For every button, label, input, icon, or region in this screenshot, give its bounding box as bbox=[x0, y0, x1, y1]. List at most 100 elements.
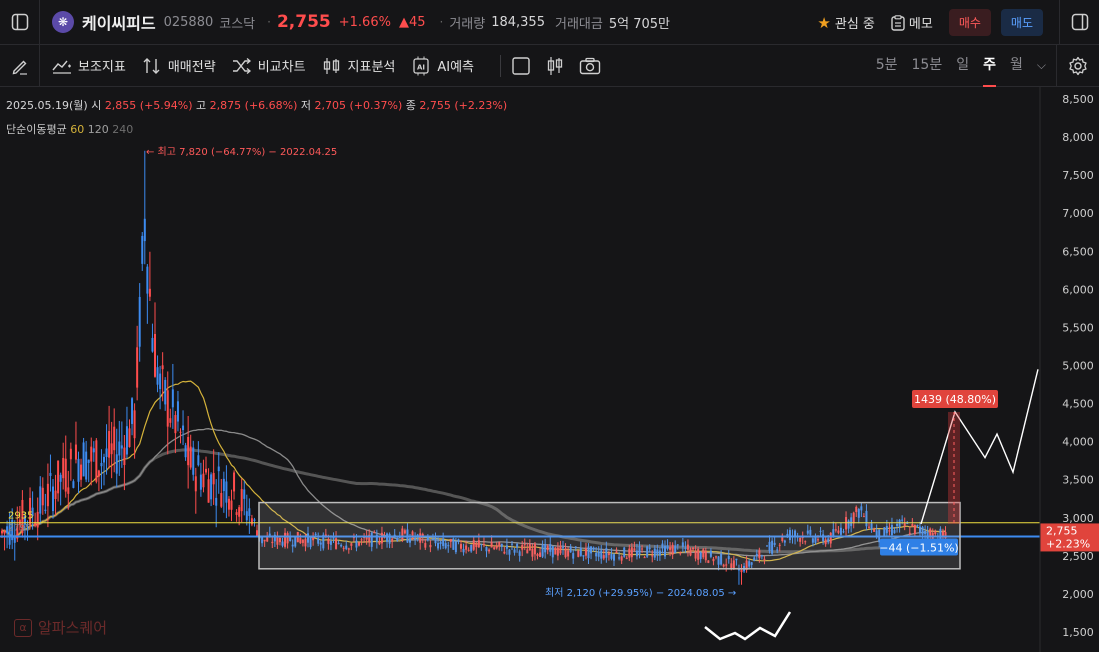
screenshot-button[interactable] bbox=[579, 57, 601, 75]
ai-forecast-button[interactable]: AI AI예측 bbox=[411, 56, 474, 76]
amount-label: 거래대금 bbox=[554, 16, 603, 32]
tab-month[interactable]: 월 bbox=[1010, 45, 1023, 87]
candle-body bbox=[253, 519, 256, 521]
volume-label: 거래량 bbox=[449, 16, 486, 32]
candle-body bbox=[36, 511, 39, 528]
candle-body bbox=[222, 478, 225, 492]
tab-week[interactable]: 주 bbox=[983, 45, 996, 87]
candle-body bbox=[59, 474, 62, 482]
buy-button[interactable]: 매수 bbox=[948, 9, 991, 36]
drawing-tool-button[interactable] bbox=[0, 45, 40, 86]
ma-legend[interactable]: 단순이동평균 60 120 240 bbox=[6, 121, 133, 137]
watchlist-button[interactable]: ★ 관심 중 bbox=[817, 13, 875, 33]
tab-15min[interactable]: 15분 bbox=[912, 45, 943, 87]
high-annotation: ← 최고 7,820 (−64.77%) − 2022.04.25 bbox=[146, 146, 337, 158]
settings-button[interactable] bbox=[1056, 45, 1099, 87]
indicator-analysis-button[interactable]: 지표분석 bbox=[322, 56, 396, 75]
price-chart[interactable]: 2935 2795 1439 (48.80%) −44 (−1.51%) 2,755+2… bbox=[0, 87, 1099, 652]
y-tick-label: 8,000 bbox=[1062, 131, 1094, 144]
candle-body bbox=[62, 457, 65, 479]
ma-60: 60 bbox=[70, 123, 85, 136]
y-tick-label: 4,000 bbox=[1062, 436, 1094, 449]
separator-dot: · bbox=[267, 15, 271, 29]
compare-chart-button[interactable]: 비교차트 bbox=[232, 56, 306, 75]
price-tag-percent: +2.23% bbox=[1046, 537, 1090, 550]
low-value: 2,705 (+0.37%) bbox=[314, 99, 403, 112]
candle-body bbox=[212, 472, 215, 485]
header-actions: ★ 관심 중 메모 매수 매도 bbox=[817, 9, 1043, 36]
candle-body bbox=[207, 479, 210, 503]
strategy-button[interactable]: 매매전략 bbox=[142, 56, 216, 75]
sell-button[interactable]: 매도 bbox=[1000, 9, 1043, 36]
y-tick-label: 2,000 bbox=[1062, 588, 1094, 601]
memo-button[interactable]: 메모 bbox=[891, 13, 933, 32]
grey-line-label: 2795 bbox=[8, 524, 31, 534]
candle-body bbox=[108, 431, 111, 458]
y-tick-label: 1,500 bbox=[1062, 626, 1094, 639]
sidebar-icon bbox=[11, 13, 28, 31]
candle-body bbox=[189, 446, 192, 468]
candle-body bbox=[156, 367, 159, 385]
alphasquare-logo-icon: α bbox=[14, 618, 32, 637]
close-label: 종 bbox=[405, 99, 416, 112]
candle-body bbox=[118, 441, 121, 456]
indicator-analysis-label: 지표분석 bbox=[347, 60, 396, 75]
candle-body bbox=[179, 431, 182, 433]
candle-body bbox=[3, 531, 6, 534]
candle-body bbox=[67, 487, 70, 494]
separator-dot: · bbox=[439, 15, 444, 29]
candle-body bbox=[248, 508, 251, 516]
candle-body bbox=[113, 426, 116, 451]
company-logo: ❋ bbox=[52, 11, 74, 33]
candle-body bbox=[202, 473, 205, 488]
candle-body bbox=[52, 486, 54, 512]
candle-body bbox=[100, 462, 103, 467]
period-tabs: 5분 15분 일 주 월 ⌵ bbox=[869, 45, 1053, 87]
candle-body bbox=[243, 489, 246, 499]
open-label: 시 bbox=[91, 99, 102, 112]
candle-body bbox=[87, 459, 90, 463]
panel-icon bbox=[1071, 13, 1088, 31]
sidebar-toggle-button[interactable] bbox=[0, 0, 40, 44]
right-panel-toggle-button[interactable] bbox=[1059, 0, 1099, 44]
ma-240: 240 bbox=[112, 123, 134, 136]
candle-body bbox=[182, 425, 185, 431]
candle-body bbox=[737, 569, 740, 571]
candle-body bbox=[194, 476, 197, 492]
candle-body bbox=[44, 509, 47, 511]
candle-body bbox=[85, 451, 88, 480]
tab-day[interactable]: 일 bbox=[956, 45, 969, 87]
candlestick-icon bbox=[547, 56, 563, 75]
candle-body bbox=[171, 389, 174, 408]
candle-body bbox=[225, 481, 228, 503]
ma-120: 120 bbox=[87, 123, 109, 136]
candle-body bbox=[95, 440, 98, 482]
indicators-button[interactable]: 보조지표 bbox=[52, 56, 126, 75]
candle-body bbox=[97, 470, 100, 477]
watchlist-label: 관심 중 bbox=[834, 17, 875, 32]
square-icon bbox=[512, 56, 530, 75]
chevron-down-icon[interactable]: ⌵ bbox=[1037, 45, 1046, 87]
candle-body bbox=[235, 512, 238, 515]
gear-icon bbox=[1069, 56, 1087, 76]
toolbar-divider bbox=[500, 54, 502, 77]
candle-body bbox=[1, 530, 3, 534]
candle-body bbox=[169, 418, 172, 423]
chart-type-button[interactable] bbox=[545, 56, 565, 76]
layout-button[interactable] bbox=[511, 56, 531, 76]
candle-body bbox=[176, 401, 179, 422]
candle-body bbox=[143, 218, 146, 242]
candle-body bbox=[151, 337, 154, 352]
range-box bbox=[258, 501, 961, 570]
stock-name[interactable]: 케이씨피드 bbox=[82, 10, 156, 34]
candle-body bbox=[166, 390, 169, 427]
candle-body bbox=[131, 398, 134, 424]
candle-body bbox=[90, 446, 93, 462]
ohlc-date: 2025.05.19(월) bbox=[6, 99, 88, 112]
tab-5min[interactable]: 5분 bbox=[876, 45, 898, 87]
strategy-icon bbox=[143, 57, 160, 74]
candle-body bbox=[184, 445, 187, 458]
candle-body bbox=[192, 447, 195, 475]
y-tick-label: 6,000 bbox=[1062, 283, 1094, 296]
y-tick-label: 3,500 bbox=[1062, 474, 1094, 487]
